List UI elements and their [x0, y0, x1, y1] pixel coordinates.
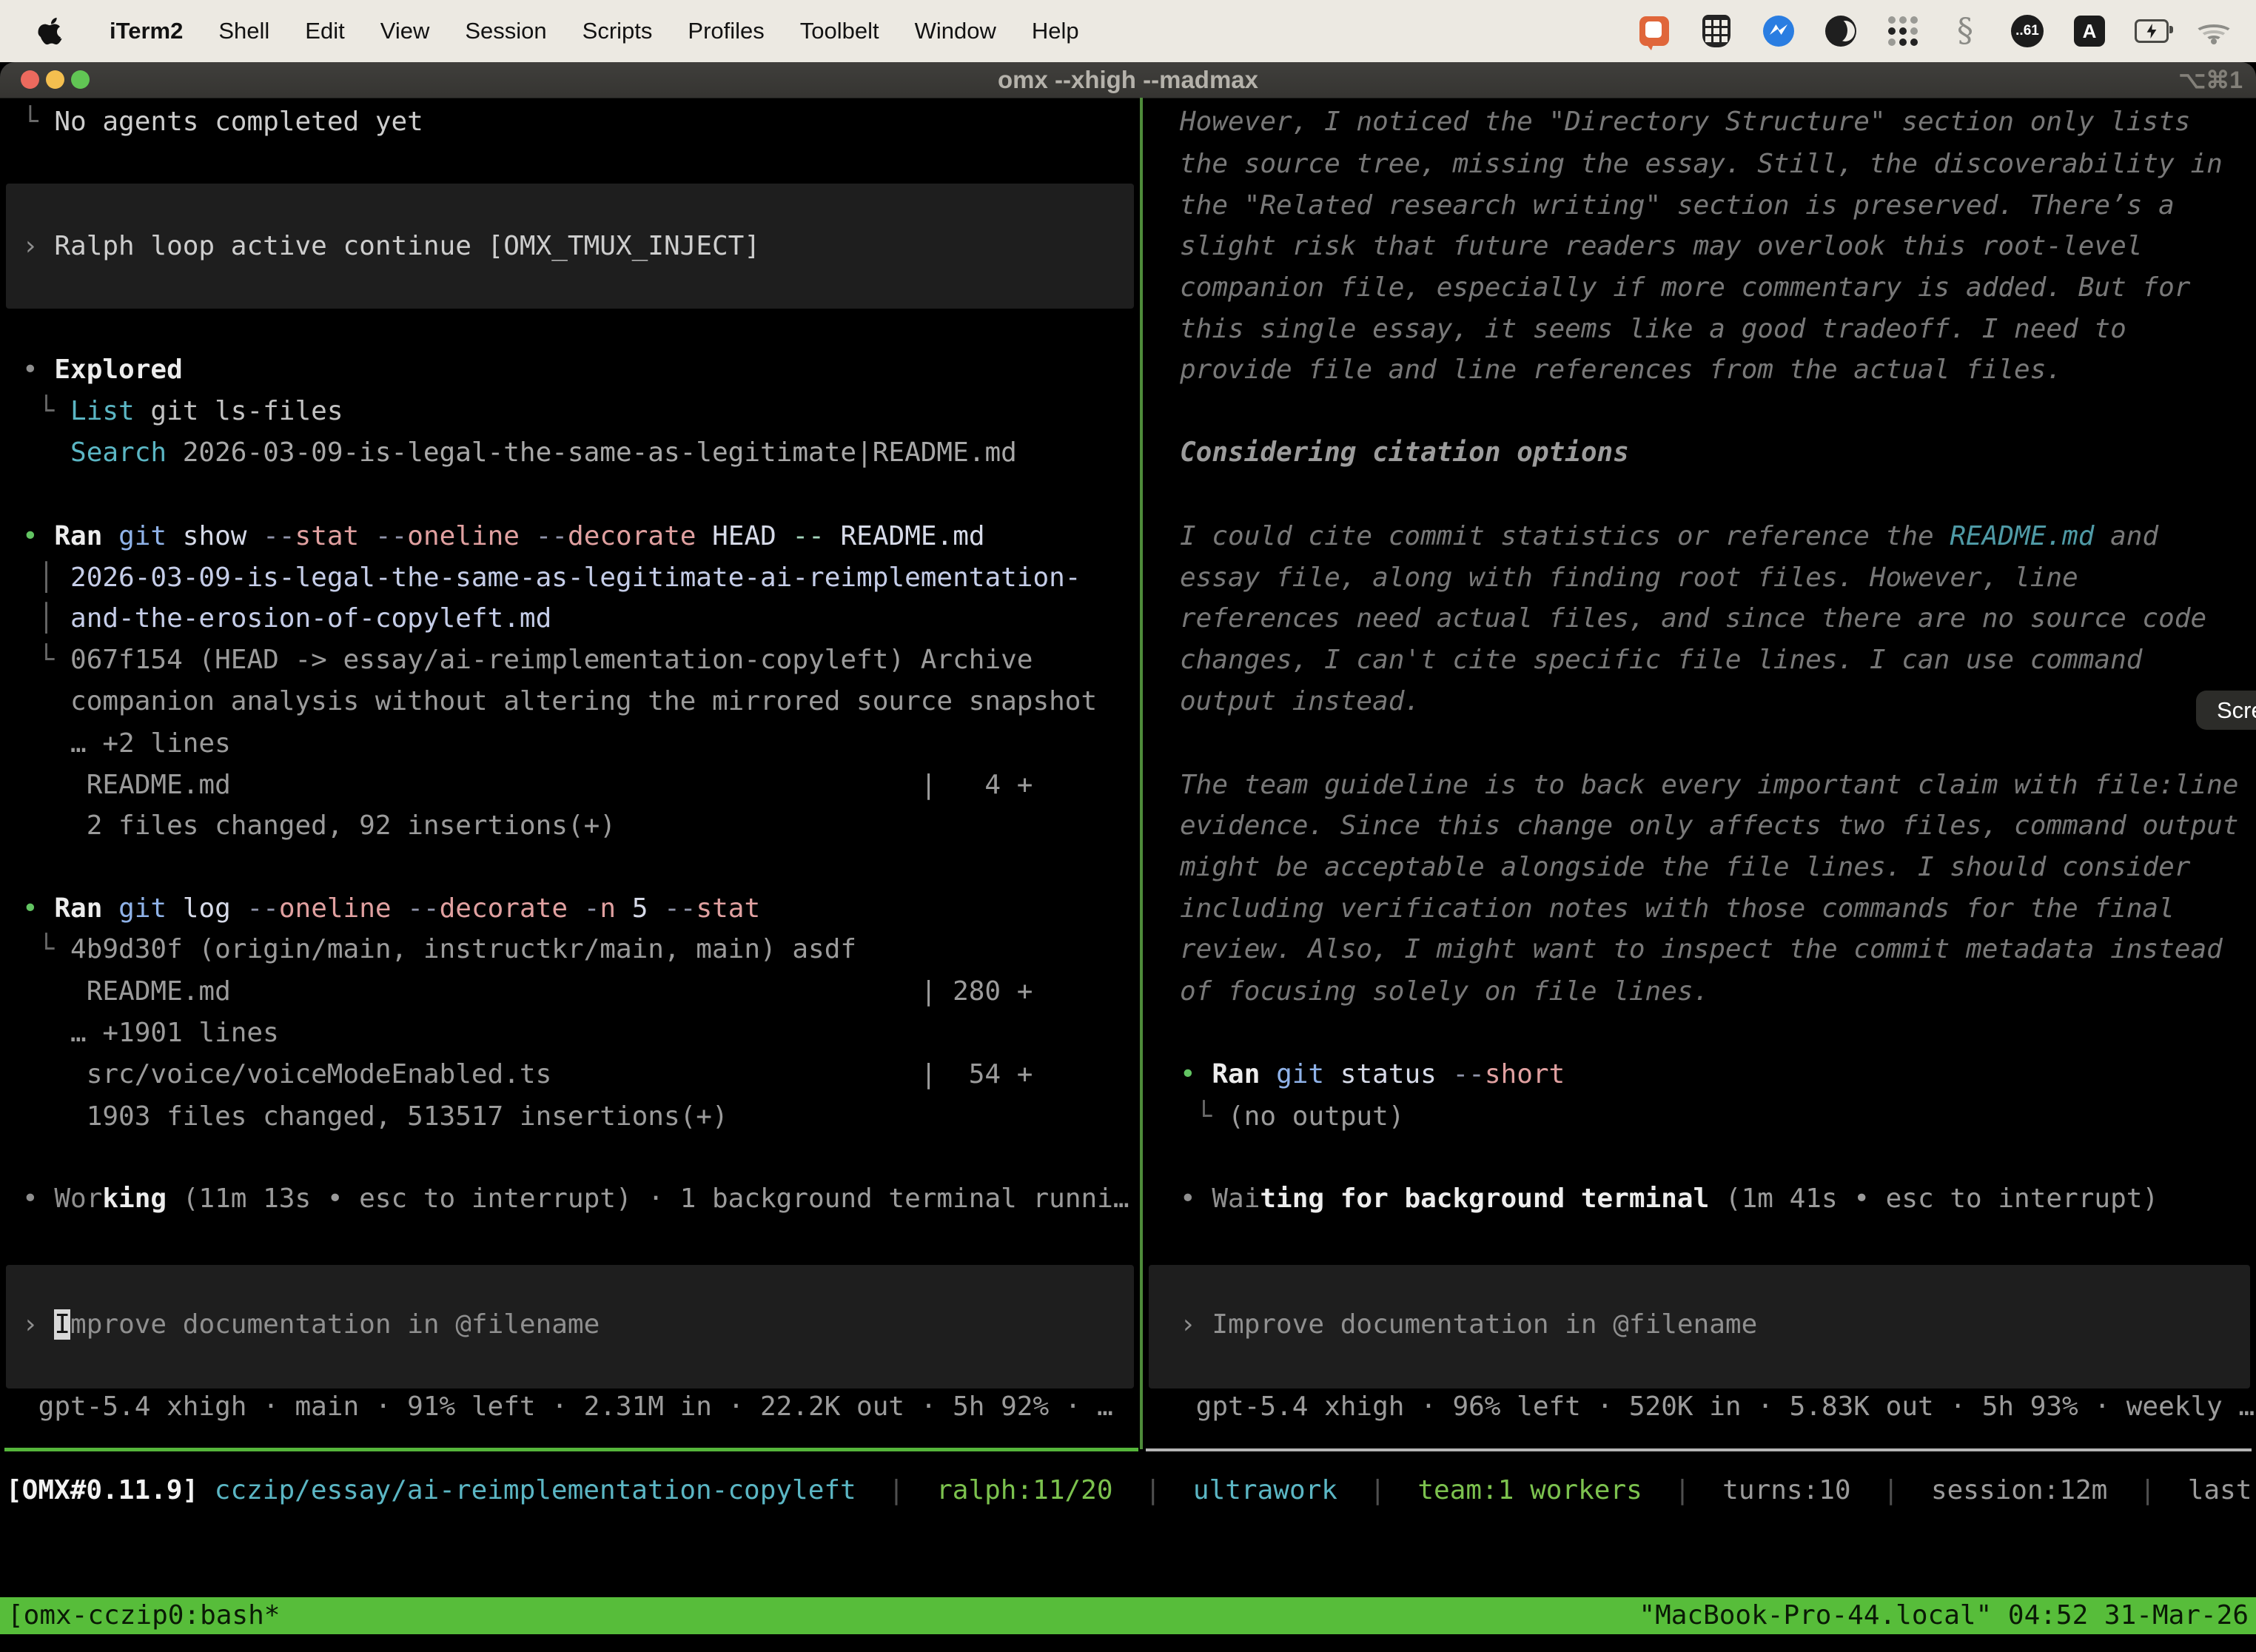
menu-item-scripts[interactable]: Scripts [565, 4, 671, 58]
thought-p2: output instead. [1180, 681, 1420, 722]
screen-share-chip[interactable]: Scre [2196, 691, 2256, 730]
show-stat-readme: README.md | 4 + [22, 765, 1033, 806]
screen: iTerm2ShellEditViewSessionScriptsProfile… [0, 0, 2256, 1652]
explored-list: └ List git ls-files [22, 391, 343, 432]
thought-p3: of focusing solely on file lines. [1180, 971, 1709, 1013]
tmux-host-clock: "MacBook-Pro-44.local" 04:52 31-Mar-26 [1639, 1597, 2249, 1634]
show-file-2: │ and-the-erosion-of-copyleft.md [22, 598, 551, 639]
model-status: gpt-5.4 xhigh · main · 91% left · 2.31M … [22, 1386, 1113, 1428]
menu-item-profiles[interactable]: Profiles [670, 4, 782, 58]
squiggle-icon[interactable]: § [1948, 14, 1982, 48]
thought-p3: The team guideline is to back every impo… [1180, 765, 2238, 806]
injected-prompt: › Ralph loop active continue [OMX_TMUX_I… [22, 226, 760, 267]
moon-circle-icon[interactable] [1824, 14, 1858, 48]
waiting-status: • Waiting for background terminal (1m 41… [1180, 1178, 2158, 1220]
menu-item-edit[interactable]: Edit [287, 4, 362, 58]
thought-p1: this single essay, it seems like a good … [1180, 309, 2126, 350]
ran-git-show: • Ran git show --stat --oneline --decora… [22, 516, 985, 557]
ran-git-status: • Ran git status --short [1180, 1054, 1565, 1095]
menu-item-shell[interactable]: Shell [201, 4, 287, 58]
menu-item-window[interactable]: Window [897, 4, 1014, 58]
thought-p1: companion file, especially if more comme… [1180, 267, 2190, 309]
menu-status-icons: § ..61 A [1637, 14, 2231, 48]
explored-header: • Explored [22, 349, 183, 391]
show-commit: └ 067f154 (HEAD -> essay/ai-reimplementa… [22, 639, 1033, 681]
thought-heading: Considering citation options [1180, 432, 1629, 474]
menu-items: iTerm2ShellEditViewSessionScriptsProfile… [92, 4, 1097, 58]
no-agents-line: └ No agents completed yet [22, 101, 423, 143]
thought-p1: slight risk that future readers may over… [1180, 226, 2142, 267]
show-elided: … +2 lines [22, 723, 231, 765]
right-pane-bottom-border [1146, 1448, 2252, 1451]
explored-search: Search 2026-03-09-is-legal-the-same-as-l… [22, 432, 1017, 474]
chat-bubble-icon[interactable] [1637, 14, 1671, 48]
show-commit-2: companion analysis without altering the … [22, 681, 1097, 722]
menu-item-toolbelt[interactable]: Toolbelt [782, 4, 897, 58]
thought-p3: evidence. Since this change only affects… [1180, 805, 2238, 847]
thought-p1: However, I noticed the "Directory Struct… [1180, 101, 2190, 143]
log-stat-readme: README.md | 280 + [22, 971, 1033, 1013]
show-file-1: │ 2026-03-09-is-legal-the-same-as-legiti… [22, 557, 1081, 599]
thought-p3: review. Also, I might want to inspect th… [1180, 929, 2223, 970]
keypad-shield-icon[interactable] [1699, 14, 1733, 48]
window-title: omx --xhigh --madmax [0, 62, 2256, 98]
thought-p1: the "Related research writing" section i… [1180, 185, 2175, 226]
show-stat-total: 2 files changed, 92 insertions(+) [22, 805, 616, 847]
tmux-status-bar: [omx-cczip0:bash* "MacBook-Pro-44.local"… [0, 1597, 2256, 1634]
menu-item-help[interactable]: Help [1014, 4, 1097, 58]
thought-p3: including verification notes with those … [1180, 888, 2175, 930]
log-stat-voice: src/voice/voiceModeEnabled.ts | 54 + [22, 1054, 1033, 1095]
window-shortcut-badge: ⌥⌘1 [2178, 62, 2243, 98]
thought-p2: essay file, along with finding root file… [1180, 557, 2078, 599]
log-stat-total: 1903 files changed, 513517 insertions(+) [22, 1096, 728, 1138]
thought-p2: references need actual files, and since … [1180, 598, 2206, 639]
prompt-input-text: › Improve documentation in @filename [1180, 1304, 1757, 1346]
battery-icon[interactable] [2135, 14, 2169, 48]
ran-git-log: • Ran git log --oneline --decorate -n 5 … [22, 888, 760, 930]
log-elided: … +1901 lines [22, 1013, 279, 1054]
pane-divider[interactable] [1140, 98, 1143, 1449]
thought-p1: provide file and line references from th… [1180, 349, 2062, 391]
macos-menu-bar: iTerm2ShellEditViewSessionScriptsProfile… [0, 0, 2256, 62]
thought-p2: changes, I can't cite specific file line… [1180, 639, 2142, 681]
menu-item-session[interactable]: Session [447, 4, 564, 58]
apple-menu-icon[interactable] [37, 13, 70, 50]
thought-p2: I could cite commit statistics or refere… [1180, 516, 2158, 557]
status-output: └ (no output) [1180, 1096, 1404, 1138]
countdown-badge-icon[interactable]: ..61 [2010, 14, 2044, 48]
left-pane-bottom-border [4, 1448, 1138, 1451]
input-source-icon[interactable]: A [2072, 14, 2106, 48]
menu-item-iterm2[interactable]: iTerm2 [92, 4, 201, 58]
messenger-icon[interactable] [1762, 14, 1796, 48]
model-status: gpt-5.4 xhigh · 96% left · 520K in · 5.8… [1180, 1386, 2255, 1428]
prompt-input-text: › Improve documentation in @filename [22, 1304, 600, 1346]
thought-p3: might be acceptable alongside the file l… [1180, 847, 2190, 888]
tmux-session-label: [omx-cczip0:bash* [7, 1597, 280, 1634]
omx-status-bar: [OMX#0.11.9] cczip/essay/ai-reimplementa… [6, 1470, 2256, 1511]
thought-p1: the source tree, missing the essay. Stil… [1180, 144, 2223, 185]
working-status: • Working (11m 13s • esc to interrupt) ·… [22, 1178, 1129, 1220]
menu-item-view[interactable]: View [363, 4, 448, 58]
wifi-icon[interactable] [2197, 14, 2231, 48]
dots-grid-icon[interactable] [1886, 14, 1920, 48]
log-commit: └ 4b9d30f (origin/main, instructkr/main,… [22, 929, 856, 970]
